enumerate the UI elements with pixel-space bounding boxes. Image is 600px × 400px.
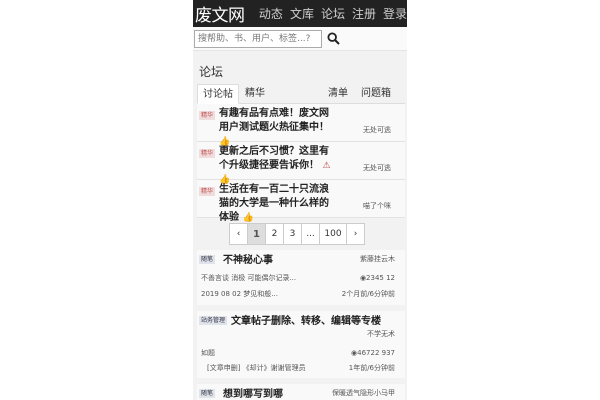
tab-lists[interactable]: 清单 — [328, 84, 348, 104]
search-bar — [193, 27, 407, 51]
nav-item-login[interactable]: 登录 — [383, 5, 407, 22]
topic-title[interactable]: 文章帖子删除、转移、编辑等专楼 — [231, 312, 381, 327]
pagination: ‹ 1 2 3 ... 100 › — [229, 223, 365, 245]
forum-tabs: 讨论帖 精华 清单 问题箱 — [197, 84, 405, 104]
site-logo[interactable]: 废文网 — [193, 1, 252, 26]
topic-item[interactable]: 随笔 想到哪写到哪 保暖透气隐形小马甲 — [197, 384, 405, 400]
thumbs-up-icon: 👍 — [242, 213, 254, 223]
page-button[interactable]: 3 — [283, 223, 302, 245]
topic-author[interactable]: 紫藤挂云木 — [360, 254, 395, 264]
featured-badge: 精华 — [199, 149, 216, 158]
featured-post-list: 精华 有趣有品有点难！废文网用户测试题火热征集中！ 👍 无处可逃 精华 更新之后… — [197, 104, 405, 223]
topic-time: 1年前/6分钟前 — [348, 364, 395, 372]
topic-tag: 随笔 — [199, 255, 216, 264]
topic-latest-reply: 2019 08 02 梦见和般... — [201, 290, 278, 298]
topic-tag: 随笔 — [199, 389, 216, 398]
page-prev-button[interactable]: ‹ — [229, 223, 248, 245]
page-button[interactable]: 2 — [265, 223, 284, 245]
topic-latest-reply: [文章申删] 《却计》谢谢管理员 — [207, 364, 306, 372]
post-title[interactable]: 生活在有一百二十只流浪猫的大学是一种什么样的体验 👍 — [219, 183, 337, 225]
nav-item-forum[interactable]: 论坛 — [321, 5, 345, 22]
warning-icon: ⚠ — [322, 161, 331, 171]
topic-author[interactable]: 保暖透气隐形小马甲 — [332, 388, 395, 398]
nav-item-register[interactable]: 注册 — [352, 5, 376, 22]
topic-time: 2个月前/6分钟前 — [341, 290, 395, 298]
topic-tag: 站务管理 — [199, 316, 228, 325]
topic-item[interactable]: 随笔 不神秘心事 紫藤挂云木 不善言谈 消极 可能偶尔记录... ◉2345 1… — [197, 250, 405, 305]
phone-viewport: 废文网 动态 文库 论坛 注册 登录 论坛 讨论帖 精华 清单 问题箱 精华 有… — [193, 0, 407, 400]
topic-stats: ◉46722 937 — [351, 349, 395, 357]
topic-title[interactable]: 想到哪写到哪 — [223, 385, 283, 400]
post-author[interactable]: 无处可逃 — [363, 163, 391, 173]
topic-excerpt: 如题 — [201, 349, 215, 357]
nav-item-library[interactable]: 文库 — [290, 5, 314, 22]
post-author[interactable]: 喵了个咪 — [363, 201, 391, 211]
forum-content: 论坛 讨论帖 精华 清单 问题箱 精华 有趣有品有点难！废文网用户测试题火热征集… — [193, 51, 407, 400]
search-input[interactable] — [194, 30, 322, 48]
top-navbar: 废文网 动态 文库 论坛 注册 登录 — [193, 0, 407, 27]
page-ellipsis: ... — [301, 223, 320, 245]
topic-excerpt: 不善言谈 消极 可能偶尔记录... — [201, 274, 297, 282]
forum-title: 论坛 — [199, 65, 224, 79]
page-button-last[interactable]: 100 — [319, 223, 347, 245]
featured-badge: 精华 — [199, 187, 216, 196]
tab-featured[interactable]: 精华 — [245, 84, 265, 104]
topic-author[interactable]: 不学无术 — [367, 329, 395, 339]
topic-title[interactable]: 不神秘心事 — [223, 251, 273, 266]
post-item[interactable]: 精华 更新之后不习惯？这里有个升级捷径要告诉你！ ⚠👍 无处可逃 — [197, 142, 405, 185]
nav-item-feed[interactable]: 动态 — [259, 5, 283, 22]
tab-discussion[interactable]: 讨论帖 — [197, 84, 239, 104]
post-item[interactable]: 精华 生活在有一百二十只流浪猫的大学是一种什么样的体验 👍 喵了个咪 — [197, 180, 405, 223]
page-next-button[interactable]: › — [346, 223, 365, 245]
topic-item[interactable]: 站务管理 文章帖子删除、转移、编辑等专楼 不学无术 如题 ◉46722 937 … — [197, 311, 405, 378]
post-author[interactable]: 无处可逃 — [363, 125, 391, 135]
page-button-current[interactable]: 1 — [247, 223, 266, 245]
post-item[interactable]: 精华 有趣有品有点难！废文网用户测试题火热征集中！ 👍 无处可逃 — [197, 104, 405, 147]
featured-badge: 精华 — [199, 111, 216, 120]
tab-question-box[interactable]: 问题箱 — [361, 84, 391, 104]
search-icon[interactable] — [327, 32, 340, 45]
topic-stats: ◉2345 12 — [359, 274, 395, 282]
